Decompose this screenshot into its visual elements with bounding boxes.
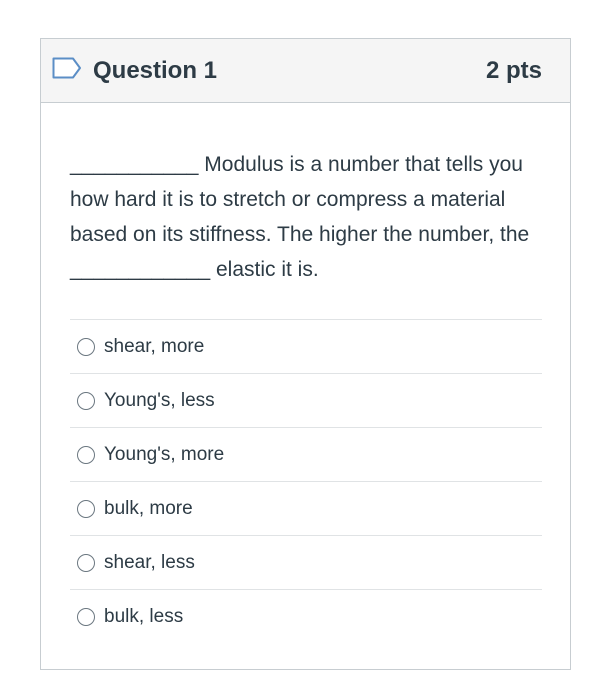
answer-option[interactable]: Young's, less bbox=[70, 374, 542, 428]
answer-option[interactable]: Young's, more bbox=[70, 428, 542, 482]
radio-button[interactable] bbox=[77, 391, 95, 410]
question-header: Question 1 2 pts bbox=[41, 39, 570, 103]
question-points: 2 pts bbox=[485, 56, 542, 84]
radio-button[interactable] bbox=[77, 499, 95, 518]
answer-label: Young's, more bbox=[104, 443, 225, 465]
answer-list: shear, more Young's, less Young's, more … bbox=[70, 319, 542, 644]
answer-label: shear, more bbox=[104, 335, 205, 357]
question-body: ___________ Modulus is a number that tel… bbox=[41, 103, 570, 644]
radio-button[interactable] bbox=[77, 445, 95, 464]
answer-label: Young's, less bbox=[104, 389, 215, 411]
answer-option[interactable]: bulk, less bbox=[70, 590, 542, 644]
radio-button[interactable] bbox=[77, 553, 95, 572]
answer-label: shear, less bbox=[104, 551, 195, 573]
question-title: Question 1 bbox=[93, 56, 218, 84]
radio-button[interactable] bbox=[77, 608, 95, 626]
radio-button[interactable] bbox=[77, 337, 95, 356]
answer-option[interactable]: bulk, more bbox=[70, 482, 542, 536]
answer-option[interactable]: shear, more bbox=[70, 320, 542, 374]
question-card: Question 1 2 pts ___________ Modulus is … bbox=[40, 38, 571, 670]
flag-outline-icon[interactable] bbox=[52, 57, 82, 79]
answer-option[interactable]: shear, less bbox=[70, 536, 542, 590]
question-text: ___________ Modulus is a number that tel… bbox=[70, 153, 530, 281]
answer-label: bulk, less bbox=[104, 606, 184, 627]
answer-label: bulk, more bbox=[104, 497, 193, 519]
